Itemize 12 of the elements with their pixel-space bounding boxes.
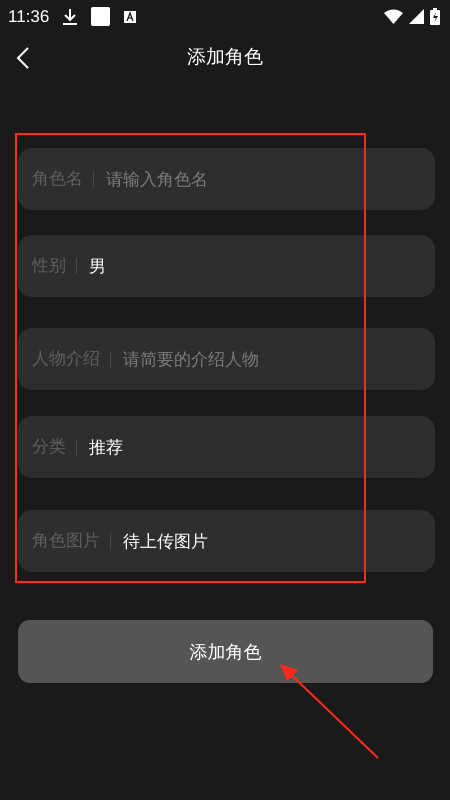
signal-icon	[409, 9, 424, 24]
wifi-icon	[384, 9, 403, 24]
download-icon	[63, 8, 78, 24]
status-time: 11:36	[8, 6, 50, 26]
page-title: 添加角色	[187, 45, 263, 70]
square-icon	[91, 7, 110, 26]
keyboard-icon	[124, 10, 136, 22]
input-field[interactable]: 待上传图片	[123, 528, 421, 554]
input-field[interactable]: 男	[89, 252, 421, 280]
battery-icon	[430, 8, 440, 25]
input-field[interactable]: 推荐	[89, 434, 421, 460]
add-button[interactable]: 添加角色	[18, 620, 433, 683]
